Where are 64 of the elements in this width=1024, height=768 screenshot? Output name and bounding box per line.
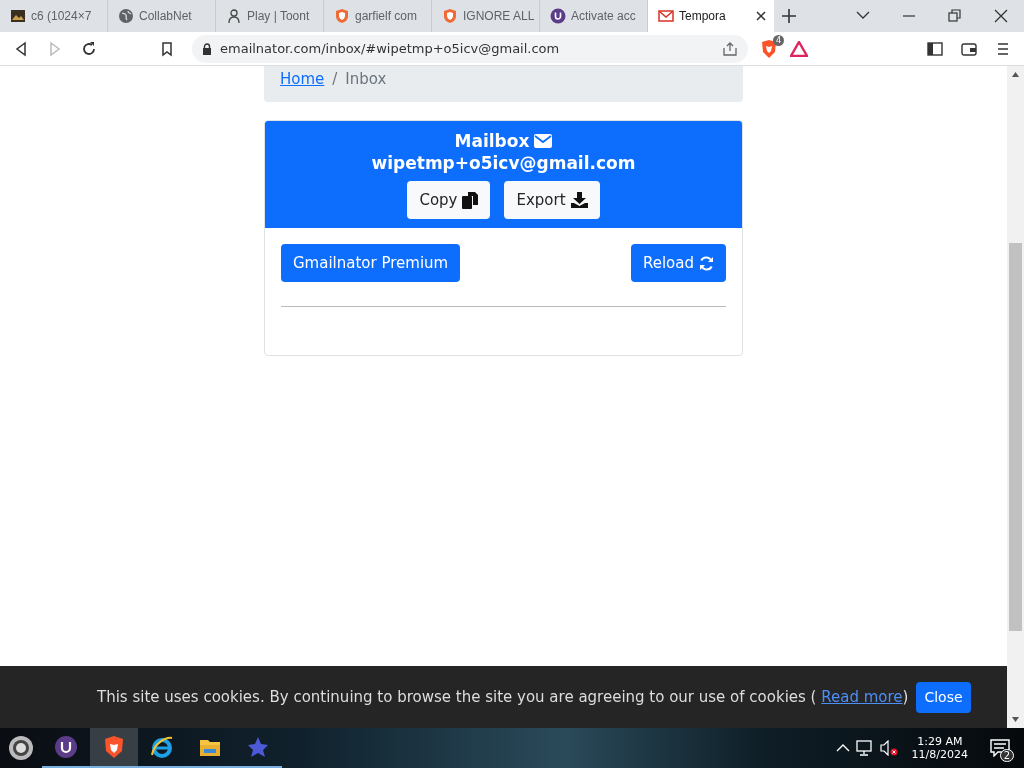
copy-icon: [462, 191, 479, 209]
read-more-link[interactable]: Read more: [821, 688, 903, 706]
reload-icon[interactable]: [81, 40, 97, 57]
u-logo-icon: [54, 735, 78, 759]
clock[interactable]: 1:29 AM 11/8/2024: [903, 735, 976, 761]
envelope-icon: [534, 134, 553, 148]
browser-tab[interactable]: c6 (1024×7: [0, 0, 108, 32]
lion-shield-icon[interactable]: [760, 38, 778, 59]
shield-icon: [442, 8, 458, 24]
plus-icon[interactable]: [782, 9, 796, 23]
figure-icon: [226, 8, 242, 24]
start-icon[interactable]: [8, 735, 34, 761]
browser-tab[interactable]: garfielf com: [324, 0, 432, 32]
taskbar-button[interactable]: [90, 728, 138, 768]
e-logo-icon: [150, 735, 174, 759]
sync-icon: [699, 255, 714, 271]
reload-button[interactable]: Reload: [630, 244, 726, 282]
clock-date: 11/8/2024: [911, 748, 968, 761]
scrollbar[interactable]: [1007, 66, 1024, 728]
cookie-notice: This site uses cookies. By continuing to browse the site you are agreeing to our use of cookies ( Read more): [97, 688, 909, 706]
shield-icon: [334, 8, 350, 24]
clock-time: 1:29 AM: [917, 735, 963, 748]
home-link[interactable]: Home: [280, 70, 325, 88]
lion-shield-icon: [102, 735, 126, 759]
menu-icon[interactable]: [995, 40, 1011, 57]
breadcrumb-current: Inbox: [345, 70, 387, 88]
notification-icon[interactable]: [990, 739, 1010, 757]
image-icon: [10, 8, 26, 24]
notification-count: 2: [999, 749, 1014, 762]
sidebar-icon[interactable]: [927, 40, 943, 57]
share-icon[interactable]: [722, 40, 738, 57]
close-icon[interactable]: [756, 11, 766, 21]
browser-tab[interactable]: IGNORE ALL: [432, 0, 540, 32]
globe-icon: [118, 8, 134, 24]
premium-button[interactable]: Gmailnator Premium: [281, 244, 461, 282]
restore-icon[interactable]: [948, 9, 962, 23]
count-badge: 4: [772, 34, 784, 46]
browser-tab[interactable]: CollabNet: [108, 0, 216, 32]
scroll-up-icon[interactable]: [1012, 72, 1019, 77]
mailbox-title: Mailbox: [454, 131, 530, 151]
close-button[interactable]: Close: [916, 681, 971, 713]
bookmark-icon[interactable]: [159, 40, 175, 57]
chevron-up-icon[interactable]: [835, 744, 850, 752]
download-icon: [570, 192, 588, 208]
lock-icon: [202, 42, 212, 55]
browser-tab[interactable]: Tempora: [648, 0, 774, 32]
export-button[interactable]: Export: [504, 181, 600, 219]
address-bar[interactable]: emailnator.com/inbox/#wipetmp+o5icv@gmail.com: [192, 34, 748, 63]
mail-icon: [658, 8, 674, 24]
copy-button[interactable]: Copy: [407, 181, 491, 219]
network-icon[interactable]: [855, 740, 874, 756]
muted-speaker-icon[interactable]: [879, 740, 898, 756]
back-icon[interactable]: [13, 40, 29, 57]
browser-tab[interactable]: Play | Toont: [216, 0, 324, 32]
close-icon[interactable]: [994, 9, 1008, 23]
scroll-thumb[interactable]: [1009, 243, 1022, 631]
u-logo-icon: [550, 8, 566, 24]
breadcrumb-separator: /: [332, 70, 338, 88]
url-text: emailnator.com/inbox/#wipetmp+o5icv@gmail.com: [220, 41, 561, 56]
star-icon: [246, 735, 270, 759]
triangle-icon[interactable]: [790, 40, 808, 57]
email-address: wipetmp+o5icv@gmail.com: [371, 153, 636, 173]
scroll-down-icon[interactable]: [1012, 717, 1019, 722]
wallet-icon[interactable]: [961, 40, 977, 57]
